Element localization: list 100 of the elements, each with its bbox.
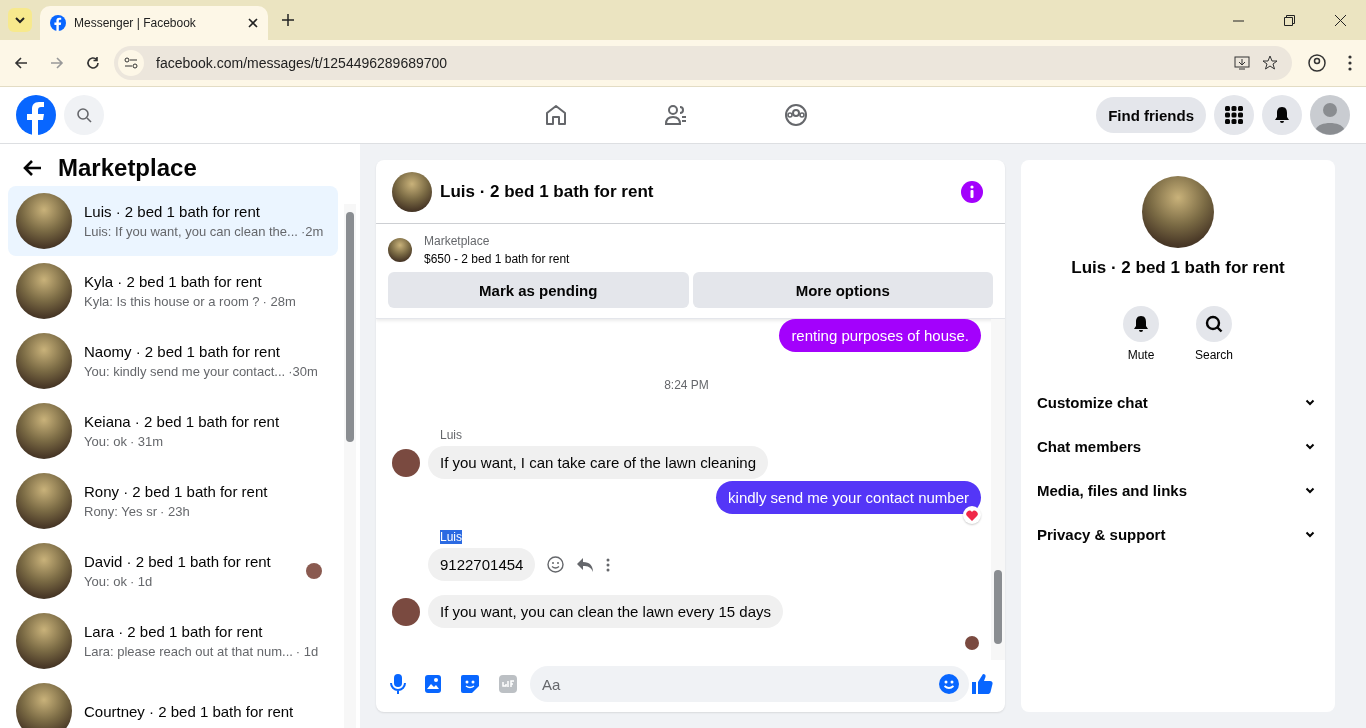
grid-icon[interactable]: [1225, 106, 1243, 124]
scrollbar[interactable]: [991, 319, 1005, 660]
apps-menu-button[interactable]: [1214, 95, 1254, 135]
message-preview: Lara: please reach out at that num...: [84, 644, 293, 659]
conversation-item[interactable]: Keiana · 2 bed 1 bath for rent You: ok · 31m: [8, 396, 338, 466]
received-message: 9122701454: [428, 548, 536, 581]
conversation-item[interactable]: Courtney · 2 bed 1 bath for rent: [8, 676, 338, 728]
received-message: If you want, I can take care of the lawn cleaning: [428, 446, 769, 479]
close-tab-icon[interactable]: [248, 18, 258, 28]
forward-icon[interactable]: [50, 56, 64, 70]
conversation-item[interactable]: Luis · 2 bed 1 bath for rent Luis: If you want, you can clean the... ·2m: [8, 186, 338, 256]
details-section[interactable]: Media, files and links: [1021, 468, 1335, 512]
bell-icon[interactable]: [1273, 106, 1291, 124]
message-time: ·30m: [288, 364, 318, 379]
action-label: Mute: [1127, 348, 1155, 362]
chat-title: Luis · 2 bed 1 bath for rent: [440, 181, 654, 202]
listing-photo-placeholder: [392, 171, 432, 212]
message-preview: Kyla: Is this house or a room ?: [84, 294, 260, 309]
sent-message: kindly send me your contact number: [716, 481, 981, 514]
address-bar[interactable]: facebook.com/messages/t/1254496289689700: [114, 46, 1292, 80]
timestamp: 8:24 PM: [664, 378, 709, 392]
message-time: · 28m: [262, 294, 296, 309]
url-text: facebook.com/messages/t/1254496289689700: [156, 55, 448, 71]
groups-icon[interactable]: [784, 103, 808, 127]
star-icon[interactable]: [1262, 55, 1278, 71]
notifications-button[interactable]: [1262, 95, 1302, 135]
image-icon[interactable]: [424, 674, 442, 694]
message-time: · 31m: [129, 434, 164, 449]
listing-photo-placeholder: [16, 613, 72, 669]
conversation-name: Keiana · 2 bed 1 bath for rent: [84, 413, 281, 430]
conversation-item[interactable]: David · 2 bed 1 bath for rent You: ok · 1d: [8, 536, 338, 606]
new-tab-icon[interactable]: [282, 14, 294, 26]
message-input-field[interactable]: Aa: [530, 666, 969, 702]
conversation-name: Naomy · 2 bed 1 bath for rent: [84, 343, 281, 360]
chevron-down-icon: [1305, 442, 1315, 450]
conversation-item[interactable]: Lara · 2 bed 1 bath for rent Lara: please reach out at that num... · 1d: [8, 606, 338, 676]
listing-title: $650 - 2 bed 1 bath for rent: [424, 252, 570, 266]
friends-icon[interactable]: [664, 103, 688, 127]
browser-tab[interactable]: Messenger | Facebook: [40, 6, 268, 40]
sender-name: Luis: [440, 530, 462, 544]
received-message: If you want, you can clean the lawn every 15 days: [428, 595, 784, 628]
listing-photo-placeholder: [16, 333, 72, 389]
details-section[interactable]: Customize chat: [1021, 380, 1335, 424]
smiley-icon[interactable]: [547, 556, 565, 573]
listing-photo-placeholder: [16, 193, 72, 249]
reload-icon[interactable]: [86, 56, 100, 70]
listing-photo-placeholder: [16, 543, 72, 599]
message-preview: You: ok: [84, 434, 127, 449]
site-settings-icon[interactable]: [118, 50, 144, 76]
scrollbar[interactable]: [344, 204, 356, 728]
chevron-down-icon: [1305, 530, 1315, 538]
conversation-item[interactable]: Rony · 2 bed 1 bath for rent Rony: Yes sr · 23h: [8, 466, 338, 536]
account-avatar[interactable]: [1310, 95, 1350, 135]
listing-action-button[interactable]: Mark as pending: [388, 272, 689, 308]
listing-action-button[interactable]: More options: [692, 272, 993, 308]
message-preview: You: kindly send me your contact...: [84, 364, 286, 379]
sent-message: renting purposes of house.: [779, 319, 981, 352]
emoji-icon[interactable]: [939, 674, 959, 694]
restore-icon[interactable]: [1284, 14, 1295, 26]
message-time: · 1d: [295, 644, 319, 659]
details-title: Luis · 2 bed 1 bath for rent: [1071, 258, 1285, 278]
tab-search-button[interactable]: [8, 8, 32, 32]
info-icon[interactable]: [961, 180, 983, 203]
back-icon[interactable]: [14, 56, 28, 70]
caret-icon[interactable]: [14, 14, 26, 26]
profile-icon[interactable]: [1308, 54, 1326, 72]
conversation-item[interactable]: Kyla · 2 bed 1 bath for rent Kyla: Is this house or a room ? · 28m: [8, 256, 338, 326]
action-label: Search: [1195, 348, 1233, 362]
thumbs-up-icon[interactable]: [971, 673, 993, 695]
message-preview: Rony: Yes sr: [84, 504, 157, 519]
message-time: · 23h: [160, 504, 190, 519]
sender-name: Luis: [440, 428, 462, 442]
reply-icon[interactable]: [576, 556, 595, 573]
home-icon[interactable]: [544, 103, 568, 127]
back-arrow-icon[interactable]: [22, 159, 42, 177]
more-options-icon[interactable]: [606, 557, 611, 572]
sticker-icon[interactable]: [460, 674, 480, 694]
menu-icon[interactable]: [1348, 55, 1352, 71]
conversation-name: David · 2 bed 1 bath for rent: [84, 553, 272, 570]
listing-source: Marketplace: [424, 234, 491, 248]
listing-photo-placeholder: [388, 238, 412, 262]
search-button[interactable]: [1196, 306, 1232, 342]
microphone-icon[interactable]: [390, 673, 406, 695]
chevron-down-icon: [1305, 486, 1315, 494]
details-section[interactable]: Chat members: [1021, 424, 1335, 468]
tab-title: Messenger | Facebook: [74, 16, 197, 30]
details-section[interactable]: Privacy & support: [1021, 512, 1335, 556]
message-preview: You: ok: [84, 574, 127, 589]
facebook-logo-icon[interactable]: [16, 95, 56, 135]
bell-icon[interactable]: [1133, 315, 1149, 333]
conversation-item[interactable]: Naomy · 2 bed 1 bath for rent You: kindly send me your contact... ·30m: [8, 326, 338, 396]
install-app-icon[interactable]: [1234, 56, 1250, 70]
mute-button[interactable]: [1123, 306, 1159, 342]
message-time: ·2m: [300, 224, 324, 239]
listing-photo-placeholder: [16, 683, 72, 728]
find-friends-button[interactable]: Find friends: [1096, 97, 1206, 133]
read-receipt-avatar: [965, 636, 979, 650]
conversation-name: Kyla · 2 bed 1 bath for rent: [84, 273, 263, 290]
search-icon[interactable]: [1205, 315, 1223, 333]
close-icon[interactable]: [1335, 14, 1346, 26]
